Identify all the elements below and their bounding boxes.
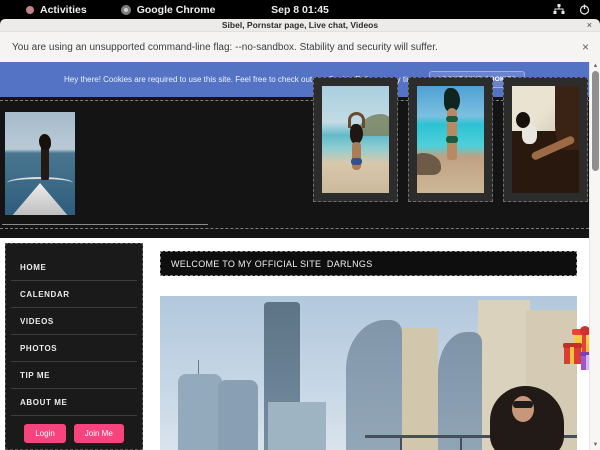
figure-hair-shape xyxy=(39,134,51,150)
scroll-down-icon[interactable]: ▼ xyxy=(590,441,600,450)
sidebar-item-label: PHOTOS xyxy=(20,344,57,353)
bikini-shape xyxy=(351,158,362,165)
dashed-divider-top xyxy=(0,100,589,101)
scroll-up-icon[interactable]: ▲ xyxy=(590,62,600,71)
screen: Activities Google Chrome Sep 8 01:45 xyxy=(0,0,600,450)
window-title: Sibel, Pornstar page, Live chat, Videos xyxy=(222,20,378,30)
woman-face-shape xyxy=(512,396,534,422)
sidebar-item-label: CALENDAR xyxy=(20,290,70,299)
rocks-shape xyxy=(417,153,441,175)
sidebar-item-tip-me[interactable]: TIP ME xyxy=(6,362,142,388)
chrome-warning-bar: You are using an unsupported command-lin… xyxy=(0,31,600,62)
activities-label: Activities xyxy=(40,4,87,16)
header-band xyxy=(0,97,589,238)
header-rule xyxy=(2,224,208,225)
network-icon[interactable] xyxy=(553,4,565,15)
sunglasses-shape xyxy=(513,401,533,408)
boat-photo-thumbnail[interactable] xyxy=(5,112,75,215)
clock[interactable]: Sep 8 01:45 xyxy=(271,4,329,16)
join-button[interactable]: Join Me xyxy=(74,424,124,443)
activities-indicator-icon xyxy=(26,6,34,14)
gallery-thumbnail-couch[interactable] xyxy=(503,77,588,202)
activities-button[interactable]: Activities xyxy=(26,4,87,16)
hero-photo-dubai-marina xyxy=(160,296,577,450)
sidebar-item-videos[interactable]: VIDEOS xyxy=(6,308,142,334)
window-title-bar: Sibel, Pornstar page, Live chat, Videos … xyxy=(0,19,600,31)
sidebar-item-photos[interactable]: PHOTOS xyxy=(6,335,142,361)
scrollbar-thumb[interactable] xyxy=(592,71,599,171)
bikini-bottom-shape xyxy=(446,136,458,143)
scrollbar[interactable]: ▲ ▼ xyxy=(589,62,600,450)
beach-photo xyxy=(322,86,389,193)
sidebar-item-about-me[interactable]: ABOUT ME xyxy=(6,389,142,415)
sea-photo xyxy=(417,86,484,193)
welcome-banner: WELCOME TO MY OFFICIAL SITE DARLNGS xyxy=(160,251,577,276)
building-shape xyxy=(268,402,326,450)
gnome-top-bar: Activities Google Chrome Sep 8 01:45 xyxy=(0,0,600,19)
antenna-shape xyxy=(198,360,199,374)
warning-close-icon[interactable]: × xyxy=(582,40,589,54)
sidebar-item-label: HOME xyxy=(20,263,46,272)
building-shape xyxy=(178,374,222,450)
chrome-icon xyxy=(121,5,131,15)
building-shape xyxy=(346,320,402,450)
figure-body-shape xyxy=(352,142,361,170)
nav-divider xyxy=(11,415,137,416)
power-icon[interactable] xyxy=(579,4,590,15)
page-viewport: Hey there! Cookies are required to use t… xyxy=(0,62,600,450)
building-shape xyxy=(218,380,258,450)
sidebar-item-label: TIP ME xyxy=(20,371,50,380)
warning-message: You are using an unsupported command-lin… xyxy=(12,42,438,53)
figure-hair-shape xyxy=(350,124,363,144)
sidebar-item-label: ABOUT ME xyxy=(20,398,67,407)
couch-photo xyxy=(512,86,579,193)
app-menu-label: Google Chrome xyxy=(137,4,216,16)
cookie-consent-bar: Hey there! Cookies are required to use t… xyxy=(0,62,589,97)
window-close-button[interactable]: × xyxy=(587,20,592,30)
sidebar-item-home[interactable]: HOME xyxy=(6,254,142,280)
gallery-thumbnail-beach-heart[interactable] xyxy=(313,77,398,202)
sidebar-item-calendar[interactable]: CALENDAR xyxy=(6,281,142,307)
login-button[interactable]: Login xyxy=(24,424,66,443)
gallery-thumbnail-bikini-sea[interactable] xyxy=(408,77,493,202)
gift-box-icon xyxy=(564,347,581,364)
building-shape xyxy=(438,332,482,450)
app-menu-button[interactable]: Google Chrome xyxy=(121,4,216,16)
rail-post-shape xyxy=(460,438,462,450)
bikini-top-shape xyxy=(446,116,458,122)
rail-post-shape xyxy=(400,438,402,450)
sidebar-item-label: VIDEOS xyxy=(20,317,54,326)
dashed-divider-bottom xyxy=(0,228,589,229)
figure-hair-shape xyxy=(516,112,530,128)
sidebar-nav: HOME CALENDAR VIDEOS PHOTOS TIP ME ABOUT… xyxy=(5,243,143,450)
